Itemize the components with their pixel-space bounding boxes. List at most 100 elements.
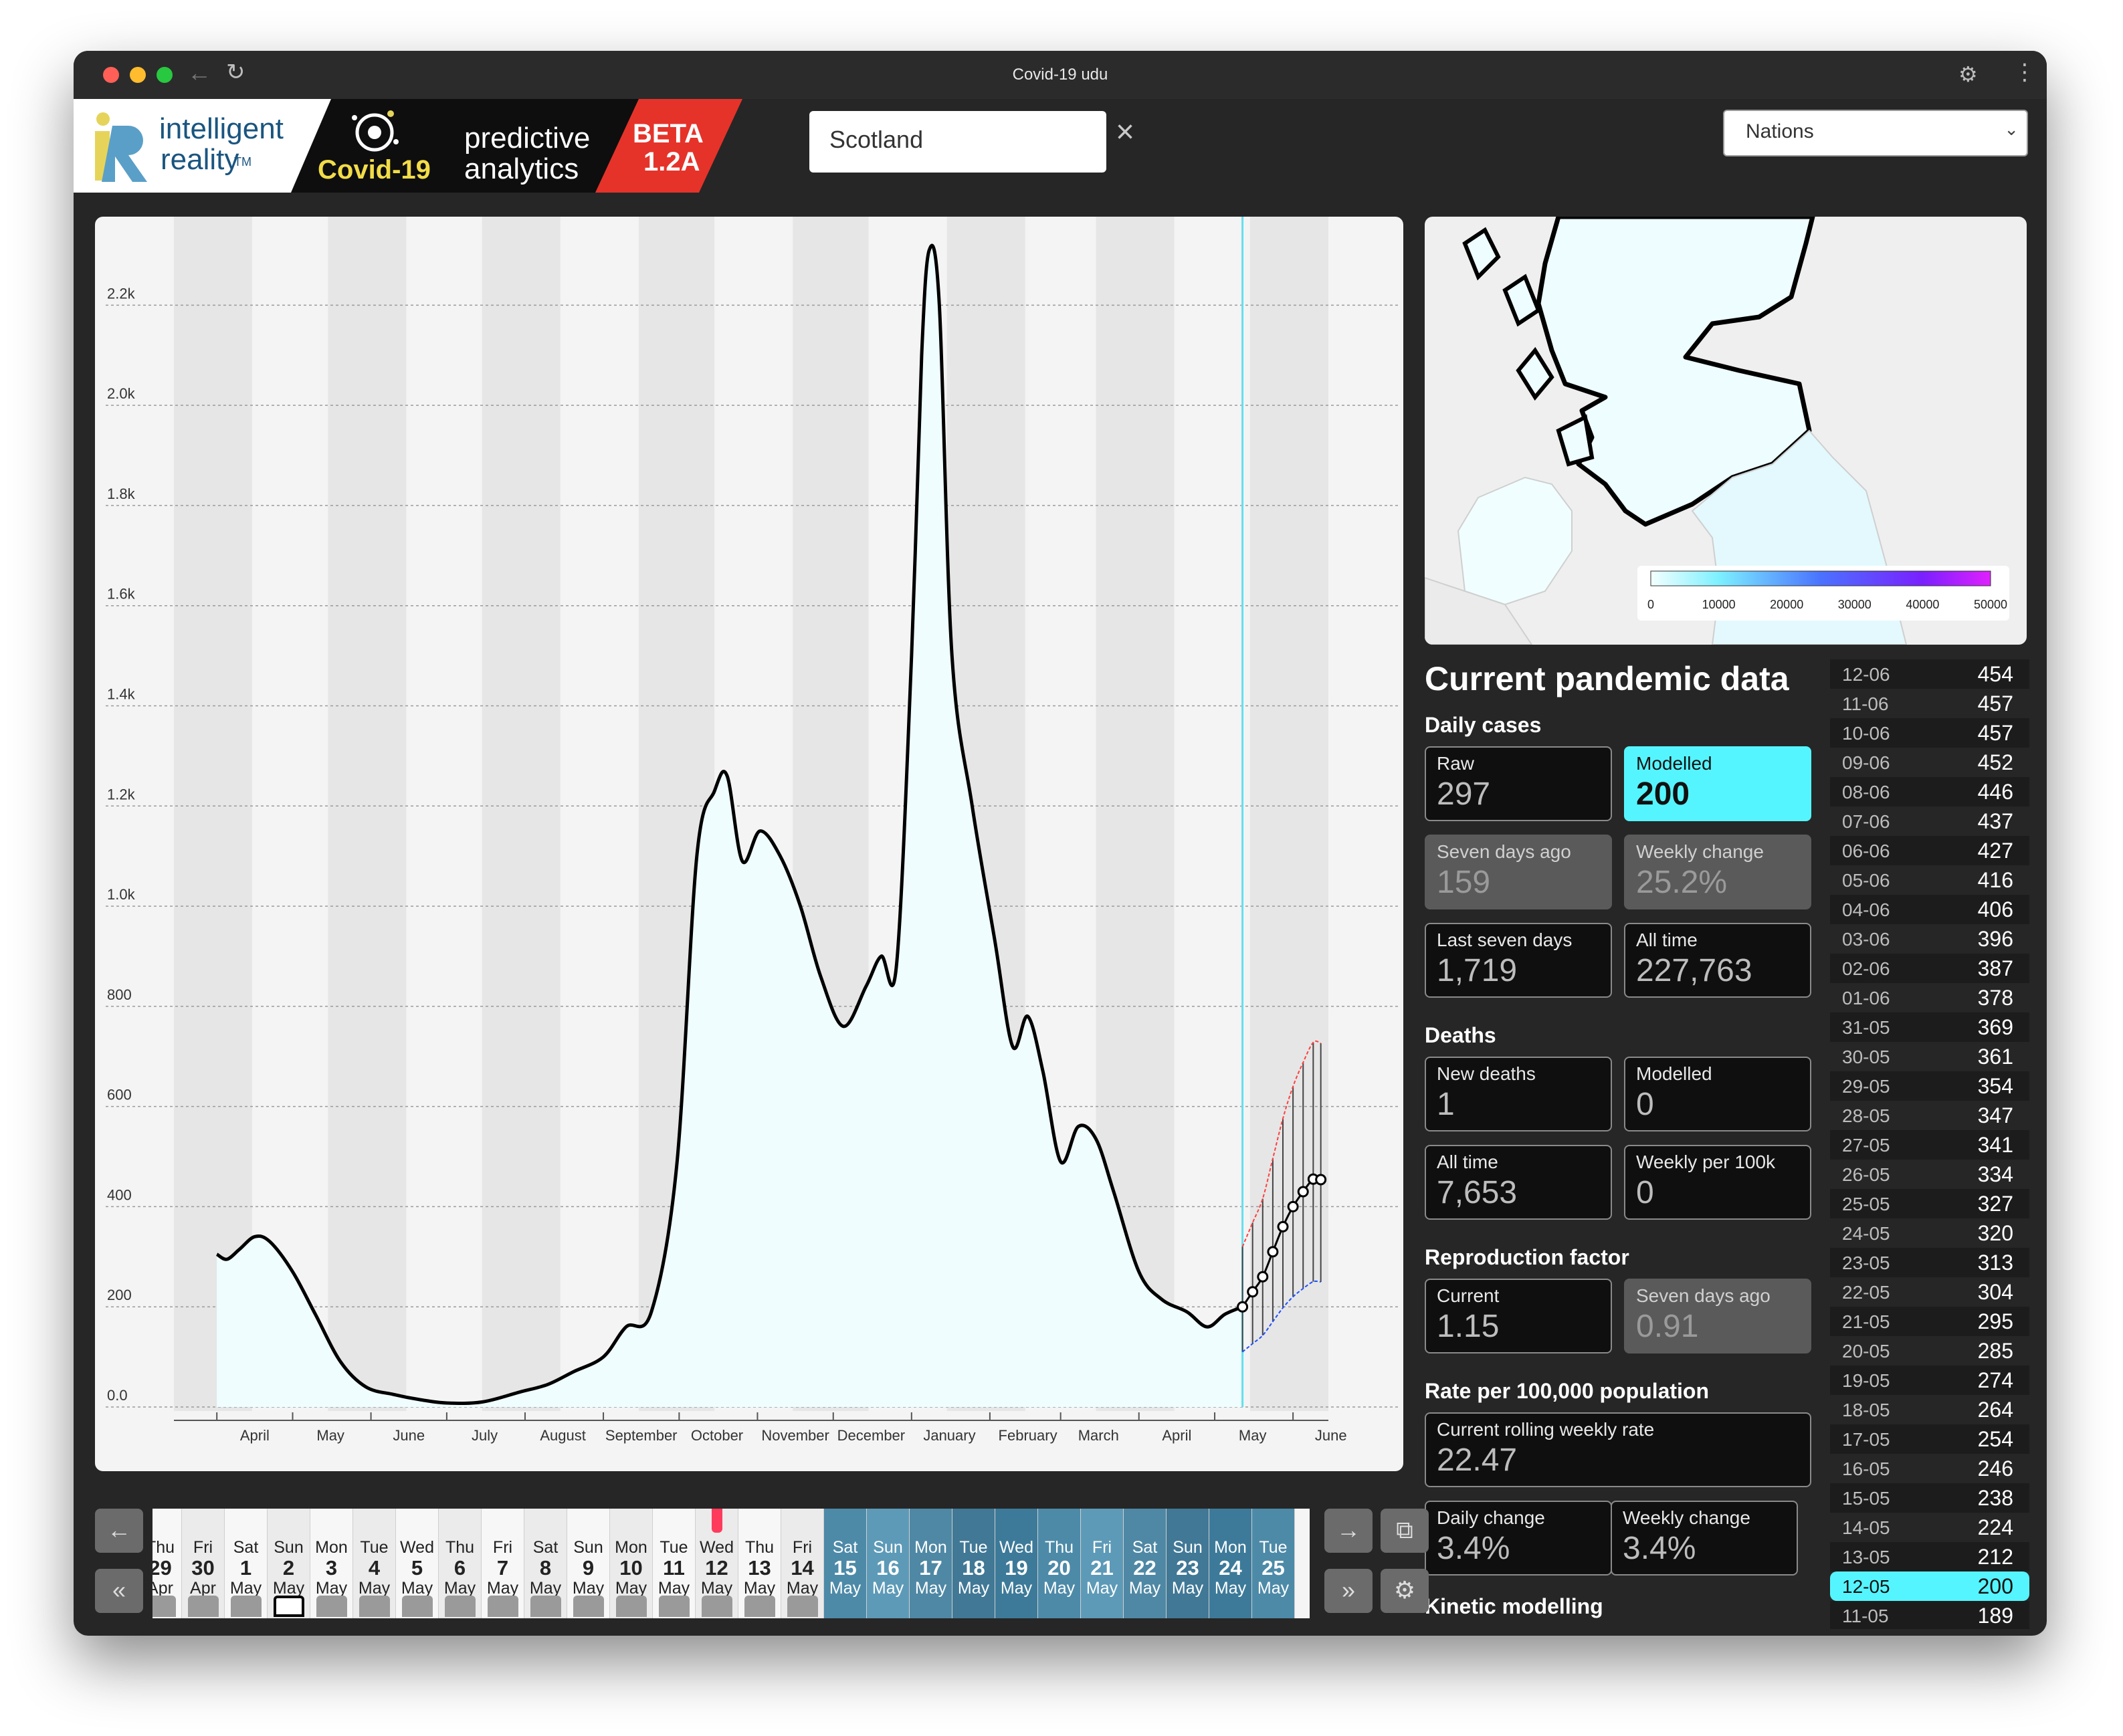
row-value: 320 xyxy=(1977,1221,2013,1245)
row-date: 30-05 xyxy=(1842,1047,1890,1067)
timeline-day[interactable]: Fri 21 May xyxy=(1081,1509,1124,1618)
y-tick-label: 2.2k xyxy=(107,285,136,302)
kebab-menu-icon[interactable]: ⋮ xyxy=(2013,59,2036,86)
timeline-day[interactable]: Sun 9 May xyxy=(567,1509,610,1618)
daily-list-row[interactable]: 09-06 452 xyxy=(1830,748,2029,777)
cases-chart[interactable]: 0.0 200 400 600 800 1.0k 1.2k 1.4k 1.6k 1.8k 2.0k 2… xyxy=(95,217,1403,1471)
timeline-day[interactable]: Mon 24 May xyxy=(1209,1509,1252,1618)
daily-list-row[interactable]: 27-05 341 xyxy=(1830,1130,2029,1160)
arrow-left-icon[interactable]: ← xyxy=(95,1509,143,1553)
timeline-day[interactable]: Thu 6 May xyxy=(439,1509,482,1618)
daily-list-row[interactable]: 13-05 212 xyxy=(1830,1542,2029,1571)
daily-list-row[interactable]: 02-06 387 xyxy=(1830,954,2029,983)
daily-list-row[interactable]: 03-06 396 xyxy=(1830,924,2029,954)
daily-list-row[interactable]: 12-06 454 xyxy=(1830,659,2029,689)
daily-list-row[interactable]: 15-05 238 xyxy=(1830,1483,2029,1513)
timeline-day[interactable]: Mon 17 May xyxy=(910,1509,952,1618)
timeline-day[interactable]: Tue 18 May xyxy=(952,1509,995,1618)
daily-list-row[interactable]: 01-06 378 xyxy=(1830,983,2029,1012)
daily-list-row[interactable]: 12-05 200 xyxy=(1830,1571,2029,1601)
timeline-weekday: Wed xyxy=(400,1538,434,1557)
date-timeline[interactable]: Thu29AprFri30AprSat1MaySun2MayMon3MayTue… xyxy=(153,1509,1310,1618)
region-type-select[interactable]: Nations ⌄ xyxy=(1723,110,2028,156)
timeline-month: May xyxy=(1000,1579,1033,1598)
timeline-day[interactable]: Mon 3 May xyxy=(310,1509,353,1618)
timeline-day[interactable]: Thu29Apr xyxy=(153,1509,182,1618)
daily-list-row[interactable]: 28-05 347 xyxy=(1830,1101,2029,1130)
timeline-day[interactable]: Tue 4 May xyxy=(353,1509,396,1618)
timeline-day[interactable]: Mon 10 May xyxy=(610,1509,653,1618)
daily-list-row[interactable]: 19-05 274 xyxy=(1830,1366,2029,1395)
case-map[interactable]: 0 10000 20000 30000 40000 50000 xyxy=(1425,217,2027,645)
daily-list-row[interactable]: 06-06 427 xyxy=(1830,836,2029,865)
daily-list-row[interactable]: 29-05 354 xyxy=(1830,1071,2029,1101)
timeline-day-bar xyxy=(573,1596,604,1617)
timeline-day[interactable]: Tue 25 May xyxy=(1252,1509,1295,1618)
timeline-day-bar xyxy=(188,1596,219,1617)
row-value: 246 xyxy=(1977,1456,2013,1481)
projection-point xyxy=(1267,1246,1279,1258)
daily-list-row[interactable]: 21-05 295 xyxy=(1830,1307,2029,1336)
browser-window: ← ↻ Covid-19 udu ⚙ ⋮ intelligent reality… xyxy=(74,51,2047,1636)
arrow-right-icon[interactable]: → xyxy=(1324,1509,1373,1553)
timeline-day[interactable]: Sat 8 May xyxy=(524,1509,567,1618)
row-date: 25-05 xyxy=(1842,1194,1890,1214)
timeline-day[interactable]: Sat 22 May xyxy=(1124,1509,1167,1618)
row-value: 406 xyxy=(1977,897,2013,921)
daily-list-row[interactable]: 30-05 361 xyxy=(1830,1042,2029,1071)
row-value: 416 xyxy=(1977,868,2013,892)
timeline-day[interactable]: Sat 1 May xyxy=(225,1509,268,1618)
daily-list-row[interactable]: 11-05 189 xyxy=(1830,1601,2029,1629)
today-indicator xyxy=(712,1509,722,1533)
daily-list-row[interactable]: 17-05 254 xyxy=(1830,1424,2029,1454)
map-legend-gradient xyxy=(1650,570,1991,586)
region-search-input[interactable]: Scotland xyxy=(809,111,1106,173)
daily-list-row[interactable]: 05-06 416 xyxy=(1830,865,2029,895)
daily-list-row[interactable]: 04-06 406 xyxy=(1830,895,2029,924)
timeline-day[interactable]: Sun 23 May xyxy=(1167,1509,1209,1618)
timeline-day-number: 6 xyxy=(453,1556,466,1580)
timeline-weekday: Fri xyxy=(792,1538,813,1557)
double-arrow-left-icon[interactable]: « xyxy=(95,1569,143,1613)
daily-list-row[interactable]: 14-05 224 xyxy=(1830,1513,2029,1542)
daily-values-list[interactable]: 12-06 454 11-06 457 10-06 457 09-06 452 08-06 446… xyxy=(1830,659,2031,1629)
timeline-day[interactable]: Wed 19 May xyxy=(995,1509,1038,1618)
timeline-day[interactable]: Sun 16 May xyxy=(867,1509,910,1618)
daily-list-row[interactable]: 24-05 320 xyxy=(1830,1218,2029,1248)
month-band xyxy=(560,217,639,1411)
timeline-day[interactable]: Sun 2 May xyxy=(268,1509,310,1618)
double-arrow-right-icon[interactable]: » xyxy=(1324,1569,1373,1613)
daily-list-row[interactable]: 18-05 264 xyxy=(1830,1395,2029,1424)
timeline-day[interactable]: Sat 15 May xyxy=(824,1509,867,1618)
puzzle-icon[interactable]: ⚙ xyxy=(1958,62,1978,87)
timeline-day[interactable]: Thu 13 May xyxy=(738,1509,781,1618)
row-date: 09-06 xyxy=(1842,752,1890,773)
timeline-day[interactable]: Fri 14 May xyxy=(781,1509,824,1618)
month-band xyxy=(252,217,328,1411)
daily-list-row[interactable]: 10-06 457 xyxy=(1830,718,2029,748)
daily-list-row[interactable]: 07-06 437 xyxy=(1830,806,2029,836)
daily-list-row[interactable]: 11-06 457 xyxy=(1830,689,2029,718)
daily-list-row[interactable]: 25-05 327 xyxy=(1830,1189,2029,1218)
share-icon[interactable]: ⧉ xyxy=(1381,1509,1429,1553)
northern-ireland-region xyxy=(1457,476,1573,606)
timeline-day[interactable]: Tue 11 May xyxy=(653,1509,696,1618)
timeline-day[interactable]: Fri 7 May xyxy=(482,1509,524,1618)
timeline-month: May xyxy=(1086,1579,1118,1598)
timeline-day[interactable]: Thu 20 May xyxy=(1038,1509,1081,1618)
timeline-day[interactable]: Wed 12 May xyxy=(696,1509,738,1618)
daily-list-row[interactable]: 08-06 446 xyxy=(1830,777,2029,806)
close-icon[interactable]: × xyxy=(1116,114,1134,150)
pandemic-data-panel: Current pandemic data Daily cases Raw 297… xyxy=(1425,659,1833,1629)
daily-list-row[interactable]: 26-05 334 xyxy=(1830,1160,2029,1189)
daily-list-row[interactable]: 16-05 246 xyxy=(1830,1454,2029,1483)
daily-list-row[interactable]: 22-05 304 xyxy=(1830,1277,2029,1307)
timeline-day[interactable]: Wed 5 May xyxy=(396,1509,439,1618)
y-tick-label: 800 xyxy=(107,986,132,1003)
daily-list-row[interactable]: 23-05 313 xyxy=(1830,1248,2029,1277)
gear-icon[interactable]: ⚙ xyxy=(1381,1569,1429,1613)
daily-list-row[interactable]: 20-05 285 xyxy=(1830,1336,2029,1366)
daily-list-row[interactable]: 31-05 369 xyxy=(1830,1012,2029,1042)
daily-change-card: Daily change 3.4% xyxy=(1425,1501,1612,1576)
timeline-day[interactable]: Fri 30 Apr xyxy=(182,1509,225,1618)
